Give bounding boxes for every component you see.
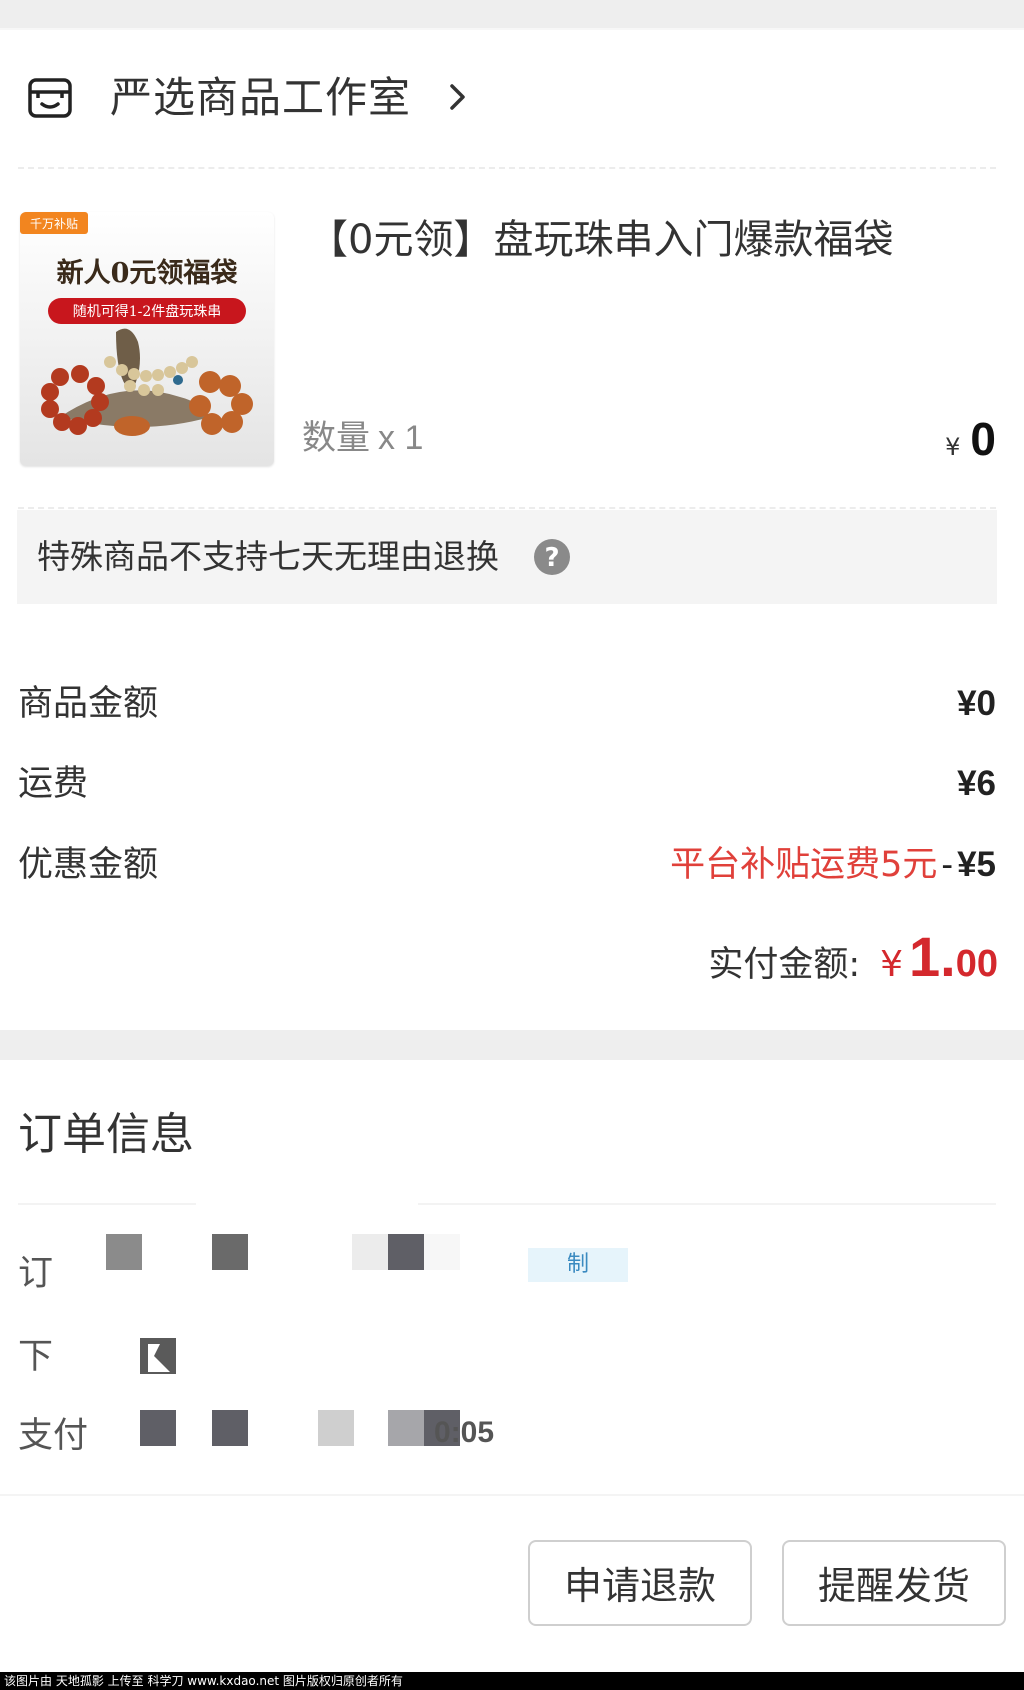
return-notice-text: 特殊商品不支持七天无理由退换 (37, 537, 499, 576)
pay-time-value: 0:05 (434, 1416, 495, 1449)
order-info-title: 订单信息 (18, 1109, 194, 1160)
divider (418, 1203, 996, 1205)
redaction-block (352, 1234, 388, 1270)
copy-order-button[interactable]: 制 (528, 1248, 628, 1282)
redaction-block (212, 1234, 248, 1270)
price-value: 0 (970, 413, 996, 465)
paid-label: 实付金额: (708, 945, 861, 985)
redaction-block (318, 1410, 354, 1446)
discount-separator: - (941, 845, 954, 884)
redaction-block (140, 1410, 176, 1446)
svg-text:?: ? (544, 543, 559, 573)
divider (18, 167, 996, 169)
watermark-caption: 该图片由 天地孤影 上传至 科学刀 www.kxdao.net 图片版权归原创者… (0, 1672, 1024, 1690)
discount-tag: 平台补贴运费5元 (670, 845, 938, 885)
pay-time-label: 支付 (18, 1416, 89, 1456)
unit-price: ¥0 (945, 412, 996, 466)
redaction-block (212, 1410, 248, 1446)
image-subline: 随机可得1-2件盘玩珠串 (73, 303, 222, 320)
price-currency: ¥ (945, 433, 961, 461)
discount-value-row: 平台补贴运费5元 - ¥5 (670, 841, 996, 889)
order-number-label: 订 (18, 1254, 54, 1294)
return-notice: 特殊商品不支持七天无理由退换 ? (17, 510, 997, 604)
shipping-value: ¥6 (957, 764, 996, 803)
paid-amount: 实付金额: ¥1.00 (708, 924, 998, 989)
paid-currency: ¥ (880, 944, 904, 985)
help-circle-icon[interactable]: ? (533, 538, 571, 576)
redaction-block (106, 1234, 142, 1270)
request-refund-button[interactable]: 申请退款 (528, 1540, 752, 1626)
shop-name[interactable]: 严选商品工作室 (110, 70, 411, 126)
redaction-block (140, 1338, 176, 1374)
remind-shipping-button[interactable]: 提醒发货 (782, 1540, 1006, 1626)
goods-amount-value: ¥0 (957, 684, 996, 723)
divider (18, 507, 996, 509)
redaction-block (388, 1410, 424, 1446)
discount-label: 优惠金额 (18, 845, 159, 885)
quantity-value: x 1 (378, 419, 424, 457)
order-time-label: 下 (18, 1337, 54, 1377)
shipping-label: 运费 (18, 764, 89, 804)
product-image[interactable]: 千万补贴 新人0元领福袋 随机可得1-2件盘玩珠串 (20, 212, 274, 466)
divider (18, 1203, 196, 1205)
quantity-label: 数量 (302, 418, 370, 458)
paid-integer: 1. (909, 925, 956, 988)
paid-decimal: 00 (955, 943, 998, 985)
product-image-art: 千万补贴 新人0元领福袋 随机可得1-2件盘玩珠串 (20, 212, 274, 466)
subsidy-badge: 千万补贴 (30, 217, 78, 231)
quantity: 数量 x 1 (302, 416, 423, 460)
store-face-icon (28, 78, 72, 118)
section-gap (0, 1030, 1024, 1060)
shop-header[interactable]: 严选商品工作室 (0, 30, 1024, 168)
redaction-block (424, 1234, 460, 1270)
product-title[interactable]: 【0元领】盘玩珠串入门爆款福袋 (308, 212, 893, 268)
discount-value: ¥5 (957, 845, 996, 884)
top-gap (0, 0, 1024, 30)
redaction-block (388, 1234, 424, 1270)
goods-amount-label: 商品金额 (18, 684, 159, 724)
chevron-right-icon[interactable] (446, 80, 470, 114)
image-headline: 新人0元领福袋 (57, 257, 239, 289)
